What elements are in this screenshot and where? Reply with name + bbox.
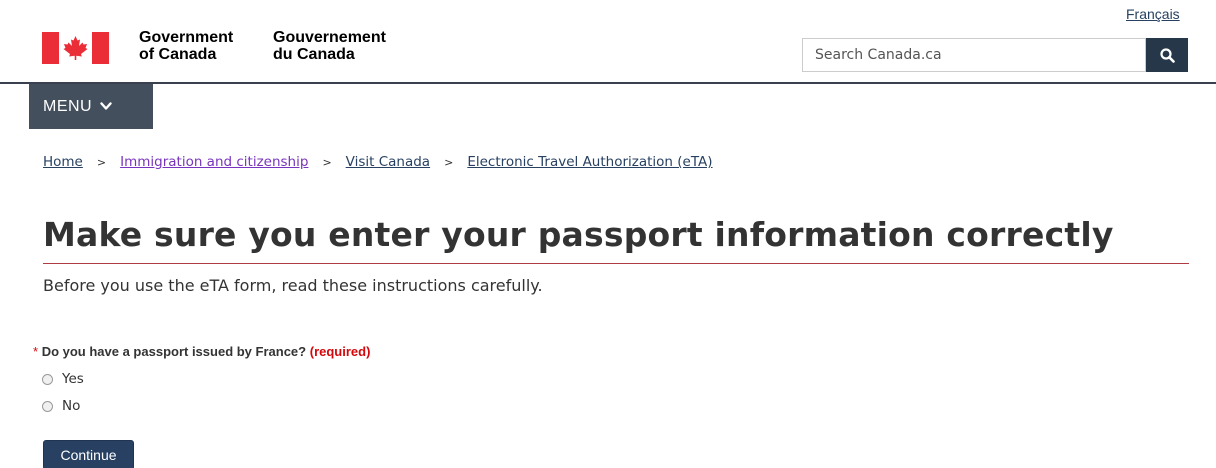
radio-no-label: No [62, 398, 81, 414]
government-wordmark: Government of Canada Gouvernement du Can… [139, 29, 433, 63]
canada-flag-icon [42, 32, 109, 64]
header-divider [0, 82, 1216, 84]
radio-yes[interactable] [42, 373, 53, 385]
wordmark-en-line1: Government [139, 29, 234, 46]
required-label: (required) [309, 344, 371, 359]
breadcrumb-eta[interactable]: Electronic Travel Authorization (eTA) [467, 154, 712, 170]
radio-option-no[interactable]: No [42, 398, 80, 414]
language-toggle-link[interactable]: Français [1126, 6, 1180, 22]
search-button[interactable] [1146, 38, 1188, 72]
title-underline [43, 263, 1189, 264]
search-input[interactable] [802, 38, 1146, 72]
chevron-down-icon [100, 102, 112, 110]
breadcrumb-separator: > [444, 155, 454, 169]
continue-button[interactable]: Continue [43, 440, 134, 468]
question-label: Do you have a passport issued by France? [41, 344, 307, 359]
wordmark-fr-line1: Gouvernement [273, 29, 386, 46]
government-signature[interactable]: Government of Canada Gouvernement du Can… [42, 29, 433, 64]
breadcrumb-immigration[interactable]: Immigration and citizenship [120, 154, 308, 170]
page-title: Make sure you enter your passport inform… [43, 215, 1114, 254]
search-icon [1159, 47, 1175, 63]
breadcrumb-separator: > [322, 155, 332, 169]
wordmark-en-line2: of Canada [139, 46, 217, 63]
wordmark-fr-line2: du Canada [273, 46, 355, 63]
breadcrumb-visit-canada[interactable]: Visit Canada [346, 154, 430, 170]
intro-text: Before you use the eTA form, read these … [43, 276, 543, 295]
breadcrumb-home[interactable]: Home [43, 154, 83, 170]
breadcrumb-separator: > [96, 155, 107, 169]
passport-question: * Do you have a passport issued by Franc… [33, 344, 370, 359]
radio-yes-label: Yes [62, 371, 84, 387]
menu-button[interactable]: MENU [29, 84, 153, 129]
menu-label: MENU [43, 97, 93, 115]
radio-option-yes[interactable]: Yes [42, 371, 84, 387]
site-search [802, 38, 1188, 72]
breadcrumb: Home > Immigration and citizenship > Vis… [43, 154, 713, 170]
radio-no[interactable] [42, 400, 53, 412]
required-marker: * [33, 344, 39, 359]
